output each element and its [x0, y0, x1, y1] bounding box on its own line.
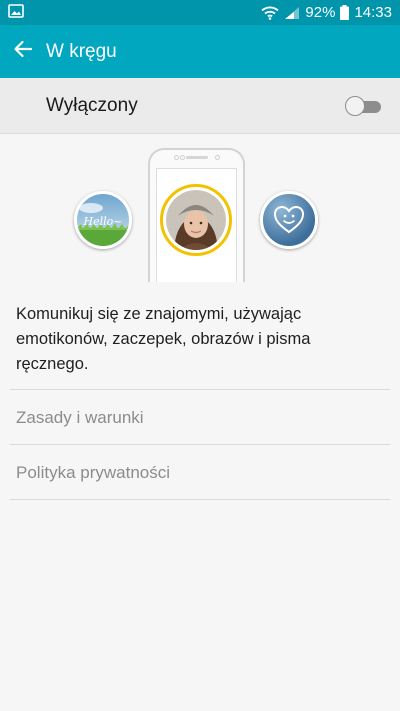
terms-link[interactable]: Zasady i warunki [0, 390, 400, 445]
app-bar: W kręgu [0, 25, 400, 78]
hello-text: Hello~ [83, 215, 123, 228]
hello-image: Hello~ [74, 191, 132, 249]
signal-icon [284, 6, 300, 20]
switch-label: Wyłączony [46, 94, 138, 116]
wifi-icon [261, 6, 280, 20]
arrow-left-icon [13, 40, 33, 63]
image-notification-icon [8, 3, 24, 22]
toggle-switch[interactable] [345, 95, 382, 116]
back-button[interactable] [0, 25, 46, 78]
profile-photo [160, 184, 232, 256]
toggle-thumb [345, 95, 365, 116]
phone-sensor [180, 155, 185, 160]
page-title: W kręgu [46, 40, 117, 62]
battery-percent: 92% [305, 4, 336, 21]
phone-camera [215, 155, 220, 160]
battery-icon [340, 5, 350, 20]
privacy-policy-link[interactable]: Polityka prywatności [0, 445, 400, 500]
status-bar: 92% 14:33 [0, 0, 400, 25]
feature-illustration: Hello~ [0, 134, 400, 282]
master-switch-row[interactable]: Wyłączony [0, 78, 400, 134]
feature-description: Komunikuj się ze znajomymi, używając emo… [16, 305, 311, 373]
heart-smile-icon [260, 191, 318, 249]
clock: 14:33 [354, 4, 392, 21]
phone-sensor [174, 155, 179, 160]
phone-speaker [186, 156, 208, 159]
divider [10, 499, 390, 500]
